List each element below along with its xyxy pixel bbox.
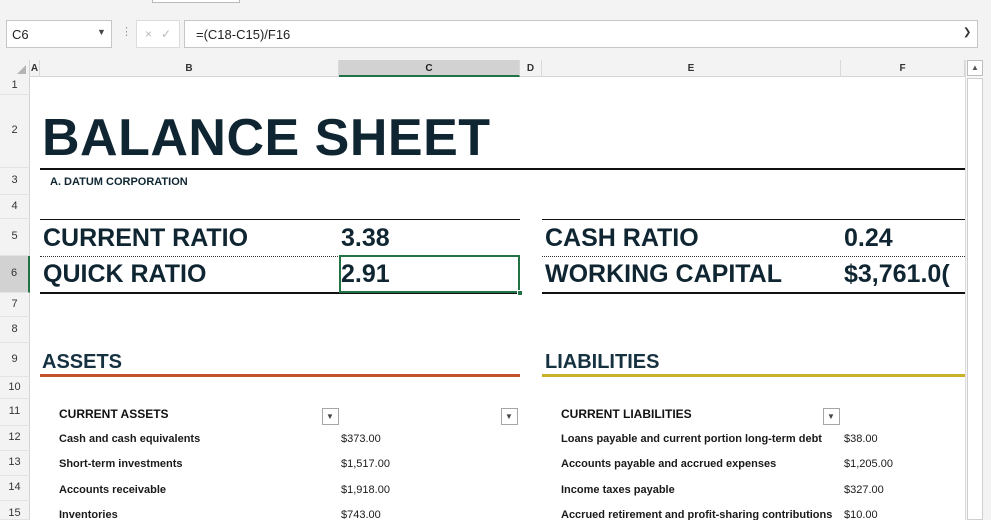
row-header-3[interactable]: 3 [0,168,30,195]
liability-value: $327.00 [844,484,884,496]
formula-buttons: × ✓ [136,20,180,48]
column-headers: A B C D E F [0,60,965,77]
column-header-b[interactable]: B [40,60,339,77]
column-header-e[interactable]: E [542,60,841,77]
column-header-f[interactable]: F [841,60,965,77]
column-header-d[interactable]: D [520,60,542,77]
ribbon-edge [0,0,991,8]
spreadsheet-window: C6 ▼ ⋮ × ✓ =(C18-C15)/F16 ❯ A B C D E F … [0,0,991,520]
current-ratio-label: CURRENT RATIO [43,224,249,252]
ribbon-tab-hint [152,0,240,3]
row-header-2[interactable]: 2 [0,95,30,168]
liability-label: Accounts payable and accrued expenses [561,458,777,470]
row-header-11[interactable]: 11 [0,399,30,426]
assets-accent-line [40,374,520,377]
name-box-value: C6 [12,27,29,42]
current-ratio-value: 3.38 [341,224,390,252]
row-header-4[interactable]: 4 [0,195,30,219]
row-header-10[interactable]: 10 [0,377,30,399]
cash-ratio-label: CASH RATIO [545,224,699,252]
active-cell-c6[interactable] [339,255,520,293]
chevron-down-icon[interactable]: ▼ [97,27,106,37]
column-header-c[interactable]: C [339,60,520,77]
asset-value: $743.00 [341,509,381,520]
asset-label: Cash and cash equivalents [59,433,201,445]
asset-value: $1,517.00 [341,458,390,470]
drag-handle-icon[interactable]: ⋮ [121,25,132,38]
row-header-8[interactable]: 8 [0,317,30,343]
title-underline [40,168,965,170]
company-name: A. DATUM CORPORATION [50,176,188,188]
ratio-divider-right [542,256,965,257]
formula-input[interactable]: =(C18-C15)/F16 ❯ [184,20,978,48]
row-header-7[interactable]: 7 [0,293,30,317]
liabilities-accent-line [542,374,965,377]
row-header-15[interactable]: 15 [0,501,30,520]
chevron-down-icon[interactable]: ❯ [963,27,971,38]
scrollbar-thumb[interactable] [967,78,983,520]
asset-label: Short-term investments [59,458,183,470]
assets-heading: ASSETS [42,351,123,373]
formula-text: =(C18-C15)/F16 [196,27,291,42]
asset-label: Inventories [59,509,118,520]
liability-label: Loans payable and current portion long-t… [561,433,822,445]
vertical-scrollbar[interactable]: ▲ [965,60,983,520]
quick-ratio-label: QUICK RATIO [43,260,207,288]
row-header-13[interactable]: 13 [0,451,30,476]
select-all-button[interactable] [0,60,30,77]
working-capital-label: WORKING CAPITAL [545,260,783,288]
liability-value: $10.00 [844,509,878,520]
cancel-icon[interactable]: × [145,27,152,41]
window-edge [983,60,991,520]
row-header-1[interactable]: 1 [0,77,30,95]
ratio-top-border-left [40,219,520,220]
check-icon[interactable]: ✓ [161,27,171,41]
current-liabilities-heading: CURRENT LIABILITIES [561,407,692,421]
working-capital-value: $3,761.0( [844,260,950,288]
liability-label: Income taxes payable [561,484,675,496]
formula-bar: C6 ▼ ⋮ × ✓ =(C18-C15)/F16 ❯ [0,8,991,60]
liability-label: Accrued retirement and profit-sharing co… [561,509,833,520]
asset-value: $373.00 [341,433,381,445]
name-box[interactable]: C6 ▼ [6,20,112,48]
row-header-5[interactable]: 5 [0,219,30,256]
current-assets-heading: CURRENT ASSETS [59,407,169,421]
filter-dropdown-icon[interactable]: ▼ [322,408,339,425]
row-header-12[interactable]: 12 [0,426,30,451]
filter-dropdown-icon[interactable]: ▼ [501,408,518,425]
liabilities-heading: LIABILITIES [545,351,660,373]
cash-ratio-value: 0.24 [844,224,893,252]
liability-value: $38.00 [844,433,878,445]
liability-value: $1,205.00 [844,458,893,470]
asset-label: Accounts receivable [59,484,166,496]
fill-handle[interactable] [517,290,523,296]
ratio-top-border-right [542,219,965,220]
row-header-6[interactable]: 6 [0,256,30,293]
sheet-title: BALANCE SHEET [42,109,491,167]
row-header-9[interactable]: 9 [0,343,30,377]
filter-dropdown-icon[interactable]: ▼ [823,408,840,425]
column-header-a[interactable]: A [30,60,40,77]
triangle-up-icon[interactable]: ▲ [967,60,983,76]
worksheet-grid[interactable]: BALANCE SHEET A. DATUM CORPORATION CURRE… [30,77,965,520]
row-header-14[interactable]: 14 [0,476,30,501]
asset-value: $1,918.00 [341,484,390,496]
ratio-bottom-border-right [542,292,965,294]
